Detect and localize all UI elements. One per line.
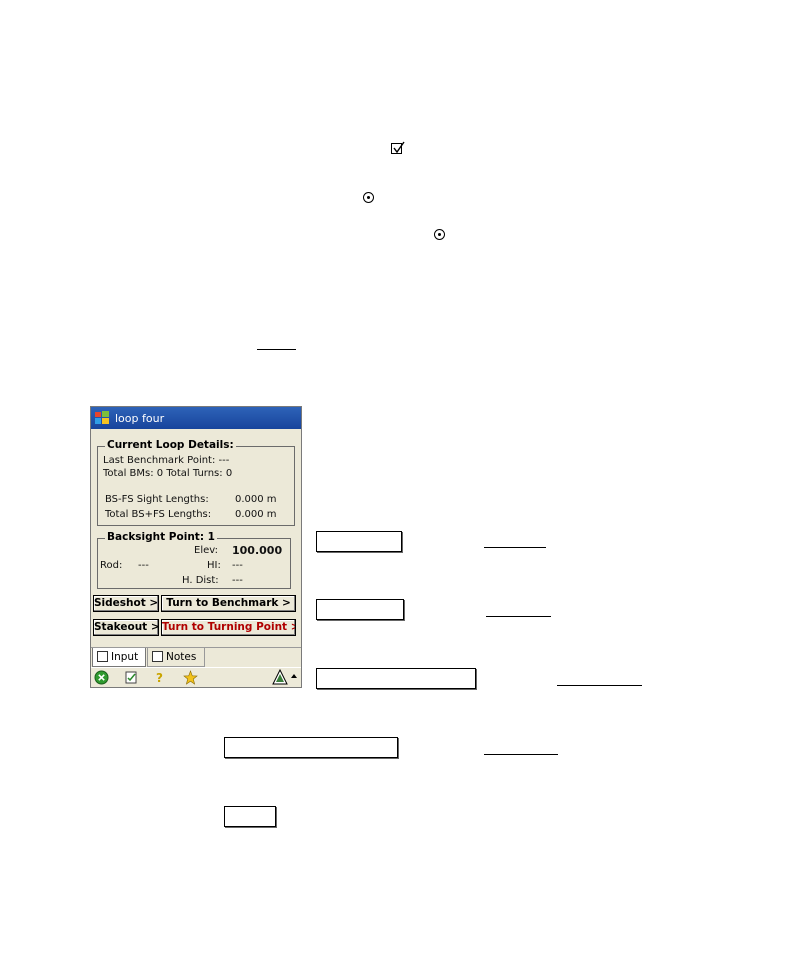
- main-panel: Current Loop Details: Last Benchmark Poi…: [91, 429, 301, 647]
- radio-selected-icon: [363, 192, 374, 203]
- bs-fs-value: 0.000 m: [235, 494, 277, 505]
- turn-to-benchmark-button[interactable]: Turn to Benchmark >: [161, 595, 296, 612]
- underline: [484, 754, 558, 755]
- elev-value: 100.000: [232, 544, 283, 557]
- button-outline: [316, 599, 404, 620]
- notes-icon: [152, 651, 163, 662]
- button-outline: [316, 668, 476, 689]
- total-lengths-label: Total BS+FS Lengths:: [105, 509, 212, 520]
- input-form-icon: [97, 651, 108, 662]
- current-loop-group: Current Loop Details: Last Benchmark Poi…: [97, 439, 295, 526]
- backsight-group: Backsight Point: 1 Elev: 100.000 Rod: --…: [97, 531, 291, 589]
- totals-text: Total BMs: 0 Total Turns: 0: [103, 468, 233, 479]
- close-icon[interactable]: [94, 670, 109, 685]
- button-outline: [224, 806, 276, 827]
- hdist-value: ---: [232, 575, 243, 586]
- turn-to-turning-point-button[interactable]: Turn to Turning Point >: [161, 619, 296, 636]
- hdist-label: H. Dist:: [182, 575, 219, 586]
- tab-notes-label: Notes: [166, 651, 197, 663]
- title-bar: loop four: [91, 407, 301, 429]
- tab-input[interactable]: Input: [92, 648, 146, 667]
- window-title: loop four: [115, 412, 165, 425]
- group-title: Current Loop Details:: [105, 439, 236, 451]
- arrow-up-icon[interactable]: [290, 672, 298, 682]
- device-screen: loop four Current Loop Details: Last Ben…: [90, 406, 302, 688]
- hi-label: HI:: [207, 560, 221, 571]
- underline: [486, 616, 551, 617]
- underline: [484, 547, 546, 548]
- level-instrument-icon[interactable]: [272, 669, 288, 686]
- bs-fs-label: BS-FS Sight Lengths:: [105, 494, 209, 505]
- stakeout-button[interactable]: Stakeout >: [93, 619, 159, 636]
- total-lengths-value: 0.000 m: [235, 509, 277, 520]
- button-outline: [224, 737, 398, 758]
- underline: [557, 685, 642, 686]
- windows-flag-icon[interactable]: [94, 410, 110, 426]
- rod-value: ---: [138, 560, 149, 571]
- tab-input-label: Input: [111, 651, 139, 663]
- checkbox-checked-icon: [391, 141, 405, 154]
- sideshot-button[interactable]: Sideshot >: [93, 595, 159, 612]
- hi-value: ---: [232, 560, 243, 571]
- svg-text:?: ?: [156, 671, 163, 685]
- tab-bar: Input Notes: [91, 647, 301, 667]
- checklist-icon[interactable]: [124, 670, 139, 685]
- button-outline: [316, 531, 402, 552]
- radio-selected-icon: [434, 229, 445, 240]
- rod-label: Rod:: [100, 560, 123, 571]
- elev-label: Elev:: [194, 545, 218, 556]
- tab-notes[interactable]: Notes: [147, 648, 205, 667]
- group-title: Backsight Point: 1: [105, 531, 217, 543]
- favorites-icon[interactable]: [183, 670, 198, 685]
- underline: [257, 349, 296, 350]
- last-benchmark-text: Last Benchmark Point: ---: [103, 455, 230, 466]
- help-icon[interactable]: ?: [153, 670, 168, 685]
- command-bar: ?: [91, 667, 301, 687]
